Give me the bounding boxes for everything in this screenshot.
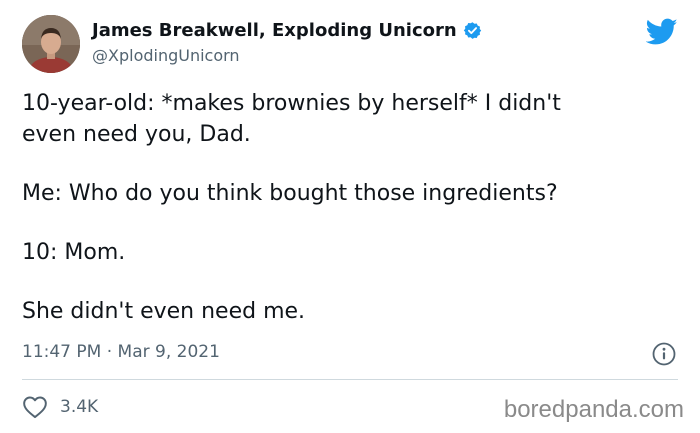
tweet-paragraph: She didn't even need me. <box>22 299 306 324</box>
verified-badge-icon <box>463 22 481 39</box>
tweet-paragraph: Me: Who do you think bought those ingred… <box>22 181 558 206</box>
heart-icon <box>23 396 47 419</box>
tweet-timestamp[interactable]: 11:47 PM · Mar 9, 2021 <box>22 342 220 362</box>
author-display-name[interactable]: James Breakwell, Exploding Unicorn <box>92 20 457 41</box>
tweet-paragraph: 10-year-old: *makes brownies by herself*… <box>22 91 561 147</box>
avatar-portrait-image <box>22 15 80 73</box>
watermark: boredpanda.com <box>503 396 684 423</box>
tweet-text: 10-year-old: *makes brownies by herself*… <box>22 88 682 327</box>
like-button[interactable]: 3.4K <box>22 395 98 419</box>
info-icon[interactable] <box>652 342 676 366</box>
divider <box>22 379 678 380</box>
avatar[interactable] <box>22 15 80 73</box>
author-handle[interactable]: @XplodingUnicorn <box>92 46 240 65</box>
like-count: 3.4K <box>60 397 99 417</box>
tweet-paragraph: 10: Mom. <box>22 240 126 265</box>
twitter-bird-icon[interactable] <box>646 18 678 46</box>
author-name-row: James Breakwell, Exploding Unicorn <box>92 20 482 41</box>
